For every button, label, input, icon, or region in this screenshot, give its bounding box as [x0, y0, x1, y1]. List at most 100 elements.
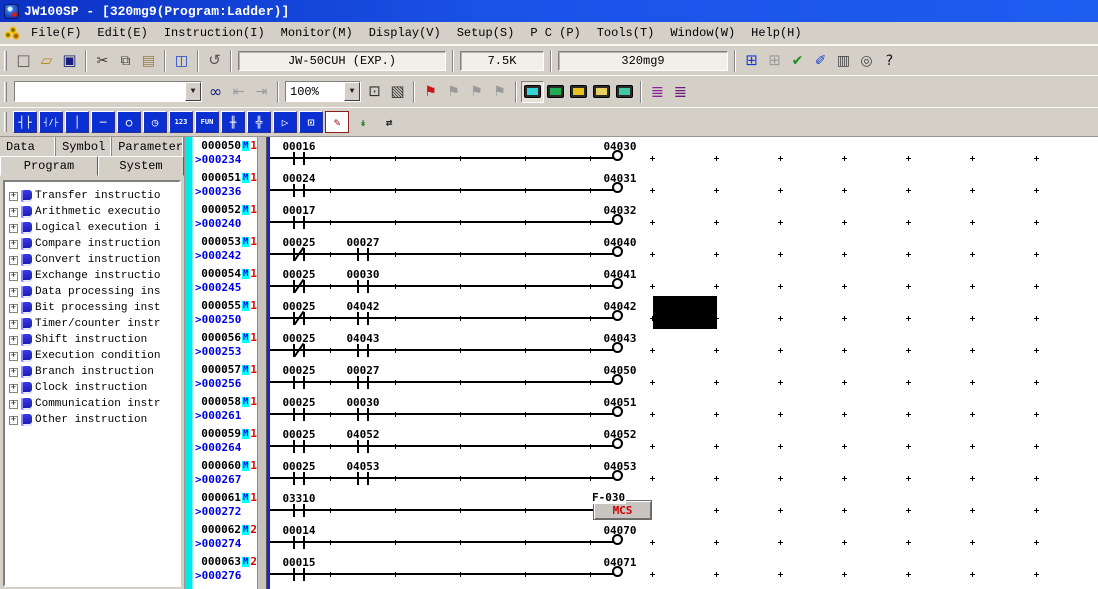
copy-icon[interactable]: ⧉ [114, 50, 137, 72]
tree-expander-icon[interactable]: + [9, 192, 18, 201]
contact-no[interactable] [293, 408, 295, 421]
contact-no[interactable] [303, 408, 305, 421]
contact-no[interactable] [303, 504, 305, 517]
tree-expander-icon[interactable]: + [9, 400, 18, 409]
tool-select-icon[interactable]: ⇄ [377, 111, 401, 133]
contact-no[interactable] [303, 376, 305, 389]
tool-timer-icon[interactable]: ◷ [143, 111, 167, 133]
tree-expander-icon[interactable]: + [9, 416, 18, 425]
contact-no[interactable] [367, 472, 369, 485]
tree-item[interactable]: +Exchange instructio [9, 268, 179, 284]
rung-step[interactable]: 000062M2 [191, 524, 257, 536]
menu-help[interactable]: Help(H) [743, 24, 809, 42]
contact-no[interactable] [293, 504, 295, 517]
toolbar-grip[interactable] [4, 82, 7, 102]
tree-expander-icon[interactable]: + [9, 256, 18, 265]
tree-expander-icon[interactable]: + [9, 208, 18, 217]
menu-instruction[interactable]: Instruction(I) [156, 24, 273, 42]
tree-item[interactable]: +Branch instruction [9, 364, 179, 380]
tree-item[interactable]: +Arithmetic executio [9, 204, 179, 220]
contact-no[interactable] [367, 376, 369, 389]
contact-no[interactable] [303, 216, 305, 229]
duplicate-window-icon[interactable]: ◫ [170, 50, 193, 72]
option-wand-icon[interactable]: ✐ [809, 50, 832, 72]
tool-contact-nc-icon[interactable]: ┤/├ [39, 111, 63, 133]
contact-no[interactable] [293, 152, 295, 165]
contact-no[interactable] [357, 280, 359, 293]
contact-no[interactable] [357, 472, 359, 485]
tree-item[interactable]: +Bit processing inst [9, 300, 179, 316]
tree-item[interactable]: +Other instruction [9, 412, 179, 428]
scale-window-icon[interactable]: ▧ [386, 81, 409, 103]
tree-item[interactable]: +Logical execution i [9, 220, 179, 236]
tree-expander-icon[interactable]: + [9, 304, 18, 313]
tree-item[interactable]: +Convert instruction [9, 252, 179, 268]
tab-parameter[interactable]: Parameter [112, 137, 184, 156]
tool-pulse-nc-icon[interactable]: ╬ [247, 111, 271, 133]
menu-window[interactable]: Window(W) [662, 24, 743, 42]
monitor-ladder-icon[interactable] [521, 81, 544, 103]
tool-merge-icon[interactable]: ↡ [351, 111, 375, 133]
rung-step[interactable]: 000057M1 [191, 364, 257, 376]
contact-nc[interactable] [303, 312, 305, 325]
tree-expander-icon[interactable]: + [9, 240, 18, 249]
save-icon[interactable]: ▣ [58, 50, 81, 72]
tool-matrix-icon[interactable]: ⊡ [299, 111, 323, 133]
tool-function-icon[interactable]: FUN [195, 111, 219, 133]
structure-display-icon[interactable]: ⊞ [740, 50, 763, 72]
tree-expander-icon[interactable]: + [9, 272, 18, 281]
contact-no[interactable] [293, 376, 295, 389]
menu-edit[interactable]: Edit(E) [89, 24, 155, 42]
tree-expander-icon[interactable]: + [9, 224, 18, 233]
tree-item[interactable]: +Clock instruction [9, 380, 179, 396]
tree-expander-icon[interactable]: + [9, 368, 18, 377]
menu-tools[interactable]: Tools(T) [589, 24, 663, 42]
contact-no[interactable] [367, 408, 369, 421]
toolbar-grip[interactable] [4, 51, 7, 71]
contact-no[interactable] [367, 248, 369, 261]
tree-expander-icon[interactable]: + [9, 352, 18, 361]
search-dropdown-button[interactable]: ▼ [185, 82, 201, 101]
program-transfer-icon[interactable]: ≣ [646, 81, 669, 103]
contact-no[interactable] [357, 344, 359, 357]
contact-no[interactable] [293, 184, 295, 197]
zoom-dropdown-button[interactable]: ▼ [344, 82, 360, 101]
contact-no[interactable] [293, 216, 295, 229]
menu-pc[interactable]: P C (P) [522, 24, 588, 42]
contact-no[interactable] [293, 568, 295, 581]
rung-step[interactable]: 000061M1 [191, 492, 257, 504]
tab-system[interactable]: System [98, 156, 184, 176]
tool-horizontal-line-icon[interactable]: ─ [91, 111, 115, 133]
rung-step[interactable]: 000050M1 [191, 140, 257, 152]
cut-icon[interactable]: ✂ [91, 50, 114, 72]
new-document-icon[interactable]: □ [12, 50, 35, 72]
monitor-data-icon[interactable] [567, 81, 590, 103]
menu-file[interactable]: File(F) [23, 24, 89, 42]
rung-step[interactable]: 000060M1 [191, 460, 257, 472]
help-icon[interactable]: ? [878, 50, 901, 72]
rung-step[interactable]: 000054M1 [191, 268, 257, 280]
contact-no[interactable] [357, 248, 359, 261]
rung-step[interactable]: 000055M1 [191, 300, 257, 312]
tree-item[interactable]: +Data processing ins [9, 284, 179, 300]
tree-item[interactable]: +Communication instr [9, 396, 179, 412]
print-preview-icon[interactable]: ◎ [855, 50, 878, 72]
contact-no[interactable] [293, 472, 295, 485]
ladder-editor[interactable]: 000050M1>0002340001604030000051M1>000236… [185, 137, 1098, 589]
rung-step[interactable]: 000056M1 [191, 332, 257, 344]
rung-step[interactable]: 000063M2 [191, 556, 257, 568]
rung-step[interactable]: 000053M1 [191, 236, 257, 248]
contact-no[interactable] [303, 472, 305, 485]
find-icon[interactable]: ∞ [204, 81, 227, 103]
monitor-trend-icon[interactable] [544, 81, 567, 103]
contact-no[interactable] [357, 376, 359, 389]
contact-no[interactable] [303, 152, 305, 165]
tree-expander-icon[interactable]: + [9, 288, 18, 297]
toolbar-grip[interactable] [4, 112, 7, 132]
tool-counter-icon[interactable]: 123 [169, 111, 193, 133]
contact-no[interactable] [303, 568, 305, 581]
app-icon[interactable] [4, 4, 19, 19]
program-compare-icon[interactable]: ≣ [669, 81, 692, 103]
undo-icon[interactable]: ↺ [203, 50, 226, 72]
tool-vertical-line-icon[interactable]: │ [65, 111, 89, 133]
